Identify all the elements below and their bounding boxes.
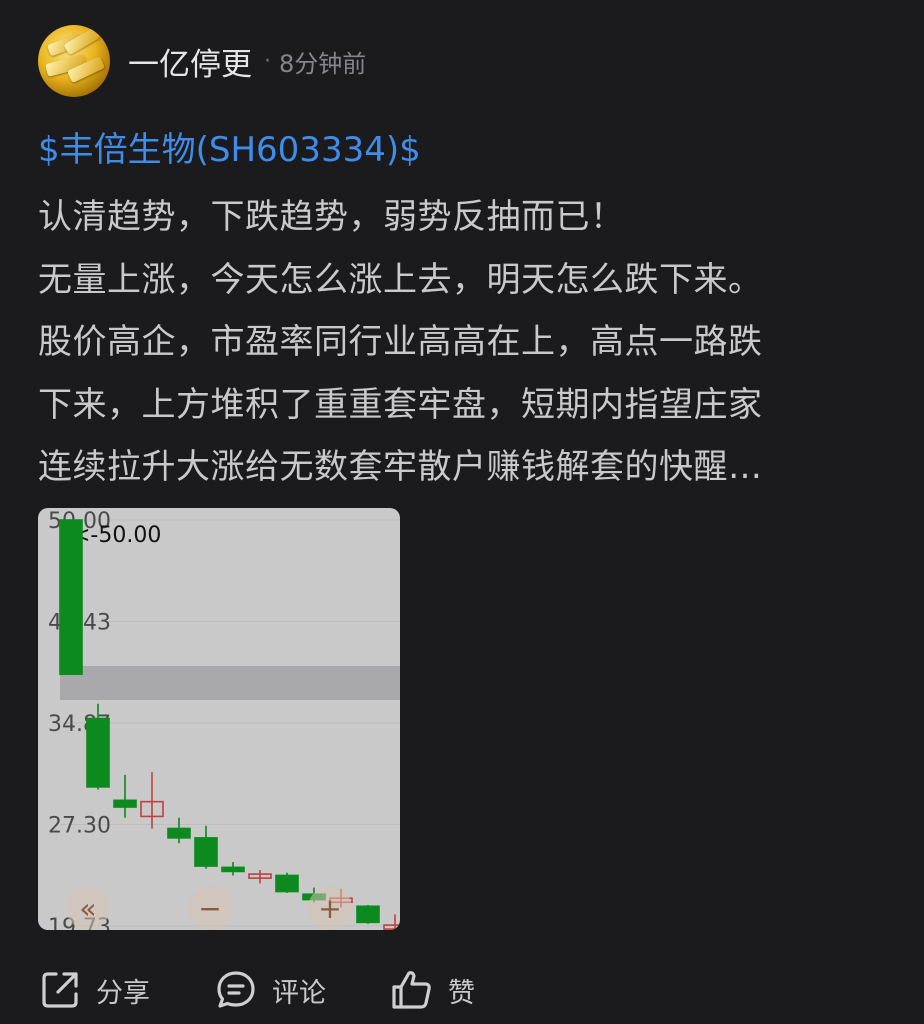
share-label: 分享 <box>96 977 150 1009</box>
post-line: 下来，上方堆积了重重套牢盘，短期内指望庄家 <box>38 384 763 425</box>
chart-control-label: − <box>198 892 221 925</box>
comment-label: 评论 <box>272 977 326 1009</box>
post-line: 股价高企，市盈率同行业高高在上，高点一路跌 <box>38 322 763 362</box>
share-icon <box>42 972 78 1008</box>
post-line: 连续拉升大涨给无数套牢散户赚钱解套的快醒… <box>38 447 763 487</box>
chart-control-label: + <box>318 892 341 925</box>
candle-body <box>59 519 83 676</box>
candle-body <box>86 717 110 788</box>
post-line: 无量上涨，今天怎么涨上去，明天怎么跌下来。 <box>38 259 763 300</box>
max-price-marker: <-50.00 <box>72 523 161 548</box>
post-header: 一亿停更 · 8分钟前 <box>38 24 366 98</box>
candle-body <box>221 866 245 873</box>
share-button[interactable]: 分享 <box>38 968 150 1012</box>
candle-body <box>275 874 299 893</box>
author-name[interactable]: 一亿停更 <box>128 39 252 84</box>
stock-link[interactable]: $丰倍生物(SH603334)$ <box>38 122 421 171</box>
candle-body <box>194 837 218 867</box>
post-line: 认清趋势，下跌趋势，弱势反抽而已！ <box>38 197 625 237</box>
post-time: 8分钟前 <box>279 49 367 78</box>
like-button[interactable]: 赞 <box>390 968 475 1012</box>
candle-body <box>383 924 400 930</box>
y-tick-label: 27.30 <box>48 813 111 838</box>
comment-icon <box>217 971 255 1008</box>
chart-band <box>60 666 400 700</box>
like-label: 赞 <box>448 977 475 1009</box>
post-body[interactable]: 认清趋势，下跌趋势，弱势反抽而已！ 无量上涨，今天怎么涨上去，明天怎么跌下来。 … <box>38 186 898 499</box>
thumbs-up-icon <box>392 971 431 1009</box>
chart-image[interactable]: 50.0042.4334.8727.3019.73 <-50.00 «−+ <box>38 508 400 930</box>
candle-body <box>113 799 137 808</box>
candlestick-chart: 50.0042.4334.8727.3019.73 <-50.00 «−+ <box>48 509 400 930</box>
action-bar: 分享 评论 赞 <box>38 960 539 1020</box>
comment-button[interactable]: 评论 <box>214 968 326 1012</box>
candle-body <box>167 827 191 839</box>
separator-dot: · <box>264 48 271 74</box>
chart-control-label: « <box>79 892 96 925</box>
candle-body <box>356 905 380 924</box>
avatar[interactable] <box>38 25 110 97</box>
